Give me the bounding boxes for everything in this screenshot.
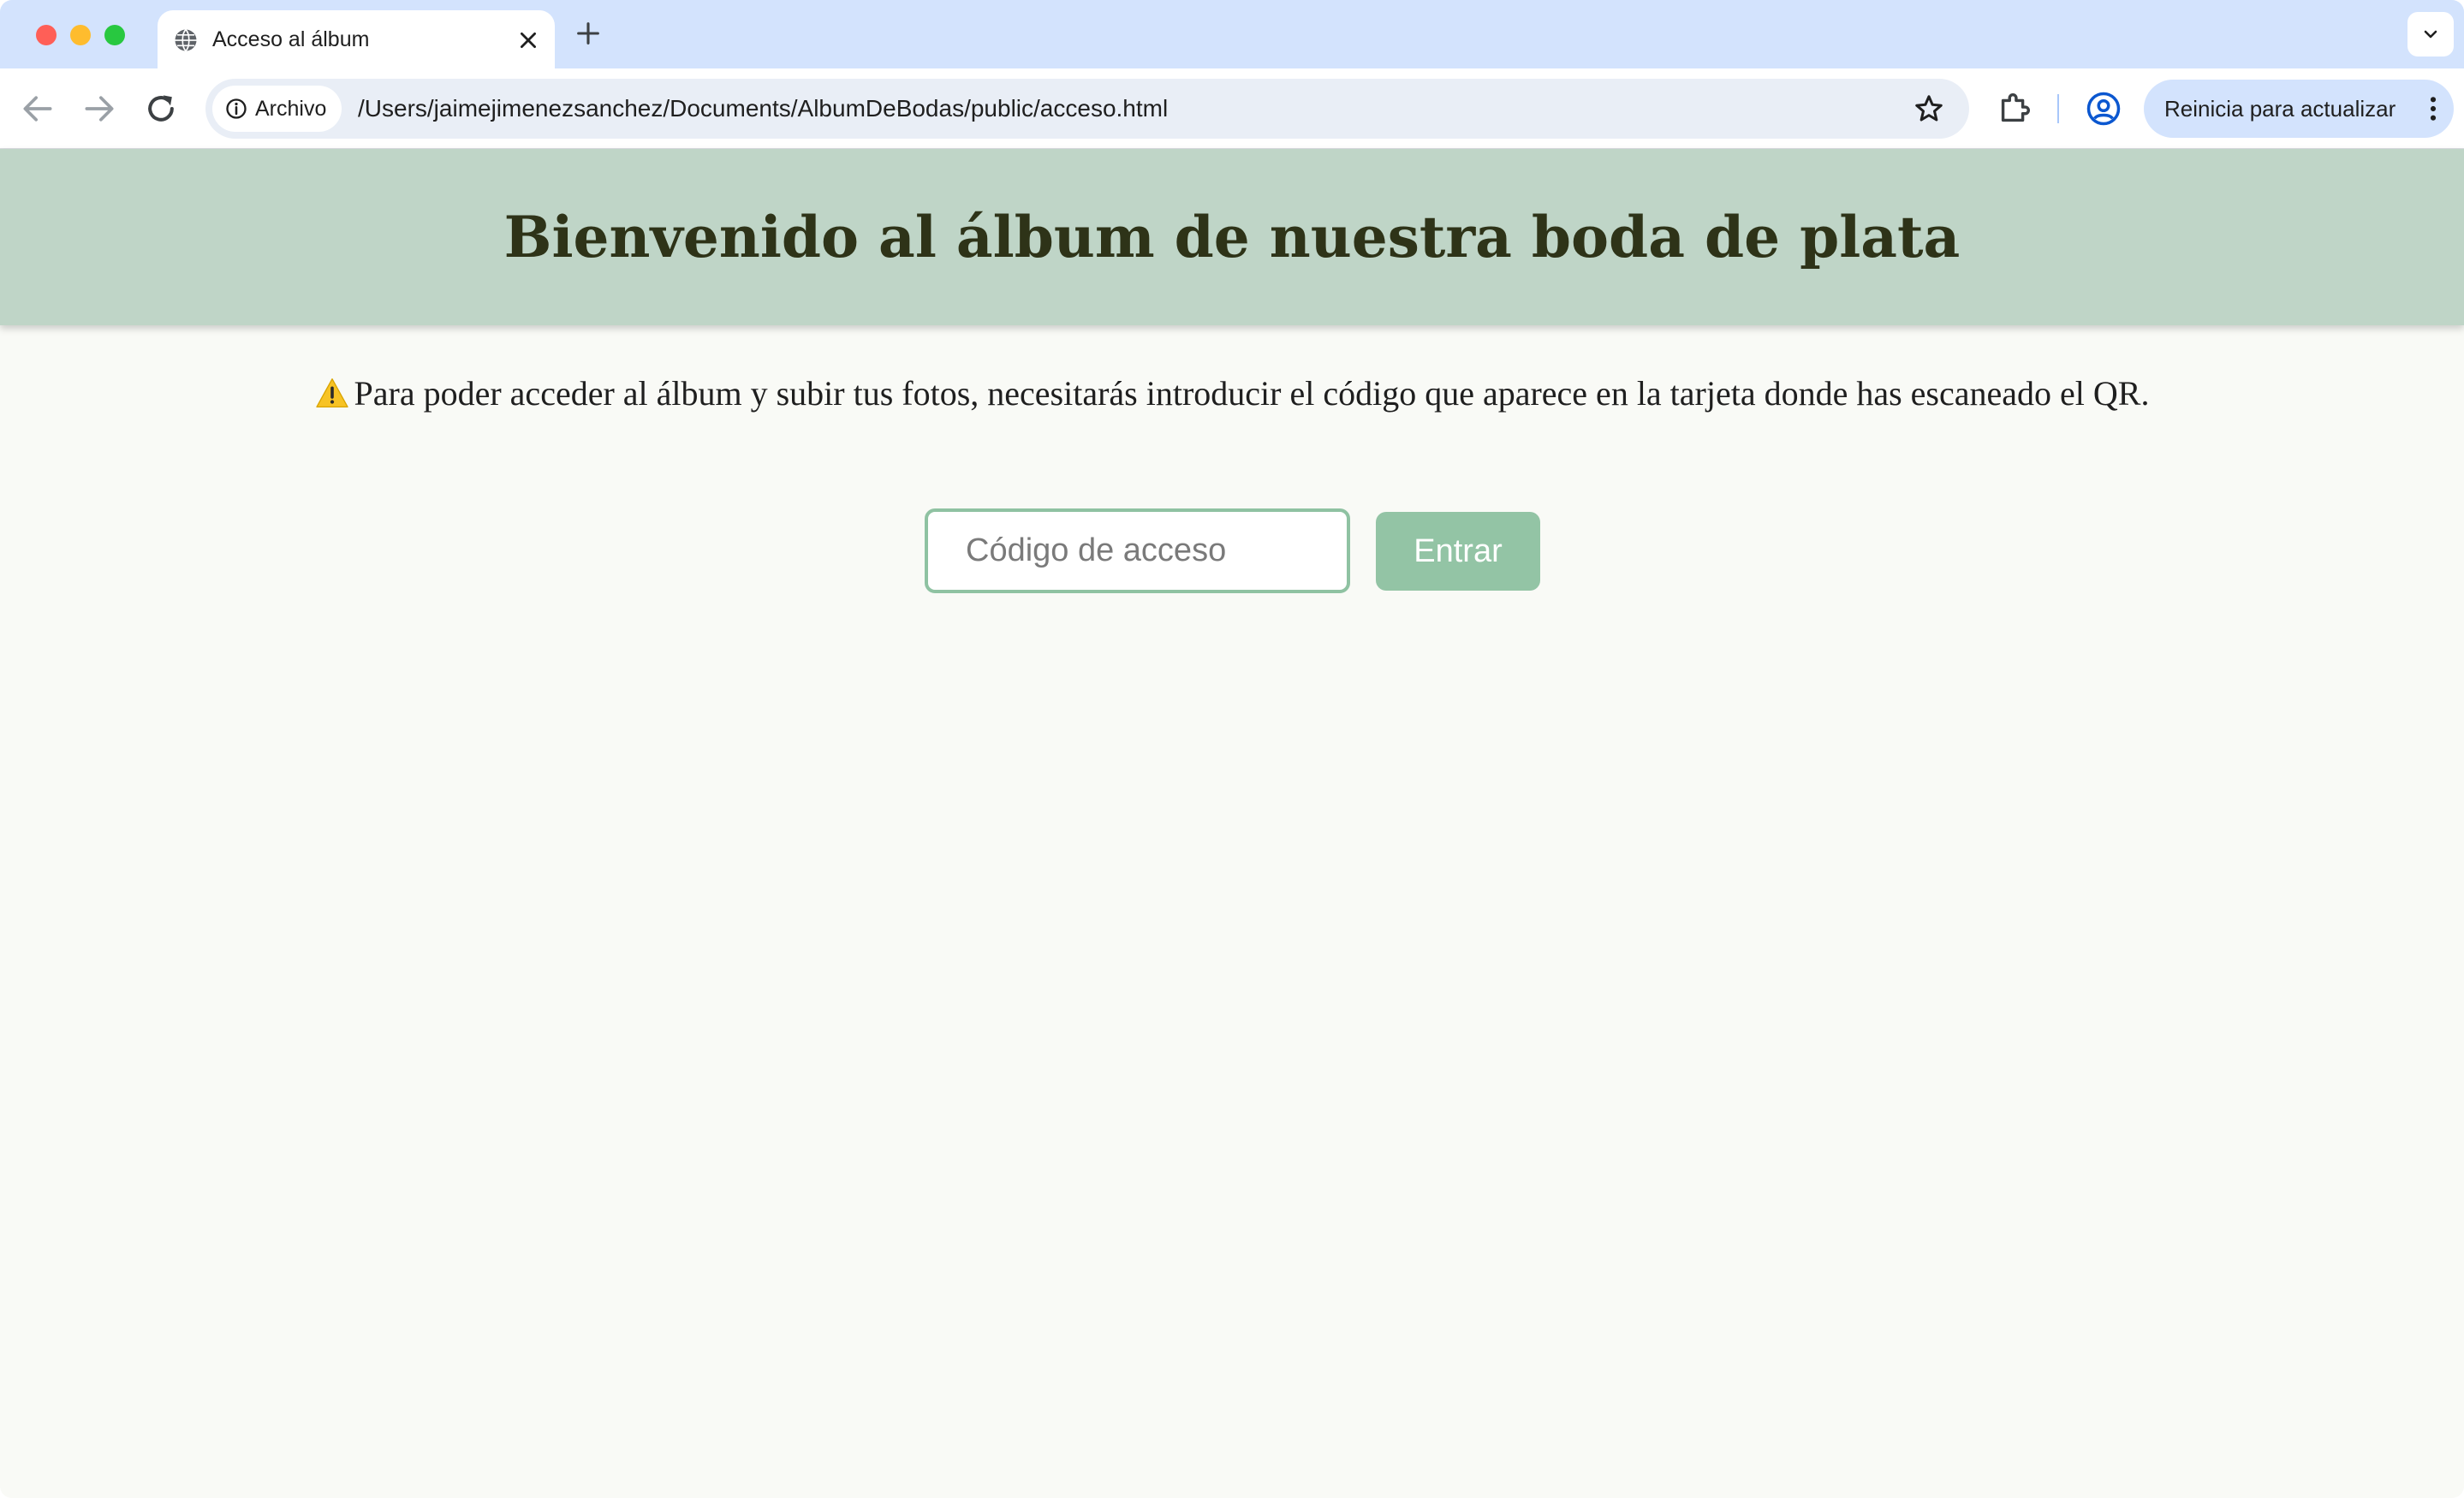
access-notice: Para poder acceder al álbum y subir tus … <box>0 373 2464 417</box>
tab-active[interactable]: Acceso al álbum <box>158 10 555 68</box>
kebab-menu-icon[interactable] <box>2428 95 2438 122</box>
access-form: Entrar <box>925 508 1541 594</box>
site-info-label: Archivo <box>255 97 327 121</box>
tab-search-button[interactable] <box>2407 12 2454 56</box>
close-icon[interactable] <box>517 29 539 51</box>
browser-toolbar: Archivo /Users/jaimejimenezsanchez/Docum… <box>0 68 2464 149</box>
site-info-chip[interactable]: Archivo <box>212 86 342 132</box>
back-arrow-icon[interactable] <box>19 90 57 128</box>
tab-strip: Acceso al álbum <box>0 0 2464 68</box>
address-bar[interactable]: Archivo /Users/jaimejimenezsanchez/Docum… <box>205 79 1969 139</box>
profile-icon[interactable] <box>2086 91 2122 127</box>
minimize-window-icon[interactable] <box>70 25 91 45</box>
info-icon <box>226 98 247 119</box>
tab-title: Acceso al álbum <box>212 27 370 51</box>
warning-icon <box>315 377 349 417</box>
star-icon[interactable] <box>1913 92 1945 125</box>
restart-to-update-label: Reinicia para actualizar <box>2164 96 2396 122</box>
page-header: Bienvenido al álbum de nuestra boda de p… <box>0 149 2464 325</box>
zoom-window-icon[interactable] <box>104 25 125 45</box>
chevron-down-icon <box>2424 30 2437 39</box>
toolbar-divider <box>2057 94 2059 123</box>
browser-window: Acceso al álbum Archivo /Users/jaimejime… <box>0 0 2464 1498</box>
restart-to-update-button[interactable]: Reinicia para actualizar <box>2144 80 2454 138</box>
new-tab-icon[interactable] <box>574 19 603 48</box>
globe-icon <box>175 28 197 52</box>
forward-arrow-icon[interactable] <box>80 90 118 128</box>
url-text[interactable]: /Users/jaimejimenezsanchez/Documents/Alb… <box>358 79 1168 139</box>
page-title: Bienvenido al álbum de nuestra boda de p… <box>503 204 1961 270</box>
extensions-puzzle-icon[interactable] <box>1995 89 2034 128</box>
page-content: Bienvenido al álbum de nuestra boda de p… <box>0 149 2464 1498</box>
reload-icon[interactable] <box>142 90 180 128</box>
enter-button[interactable]: Entrar <box>1376 512 1540 591</box>
access-code-input[interactable] <box>925 508 1350 593</box>
close-window-icon[interactable] <box>36 25 57 45</box>
access-notice-text: Para poder acceder al álbum y subir tus … <box>354 374 2150 413</box>
